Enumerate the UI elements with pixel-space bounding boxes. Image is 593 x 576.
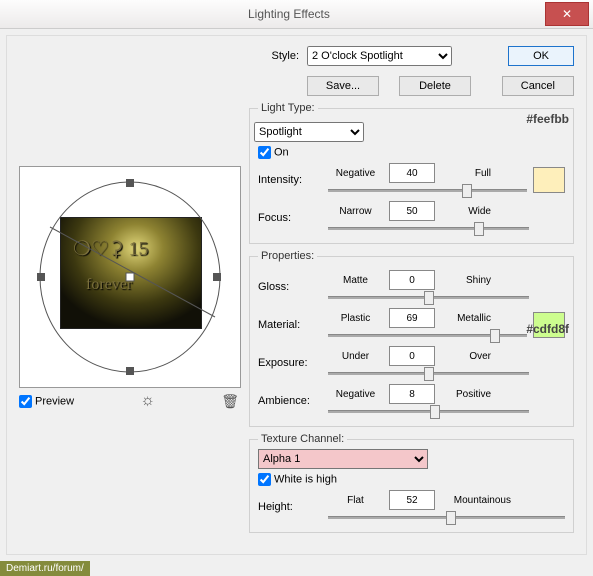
texture-legend: Texture Channel:: [258, 433, 347, 445]
light-swatch-annotation: #feefbb: [526, 112, 569, 126]
preview-checkbox[interactable]: Preview: [19, 395, 74, 408]
trash-icon[interactable]: 🗑: [221, 393, 239, 410]
on-label: On: [274, 146, 289, 158]
ambience-right: Positive: [441, 389, 491, 400]
ambience-value[interactable]: [389, 384, 435, 404]
material-slider[interactable]: [328, 328, 527, 342]
intensity-value[interactable]: [389, 163, 435, 183]
style-select[interactable]: 2 O'clock Spotlight: [307, 46, 452, 66]
focus-value[interactable]: [389, 201, 435, 221]
gloss-left: Matte: [328, 275, 383, 286]
focus-left: Narrow: [328, 206, 383, 217]
style-label: Style:: [249, 50, 299, 62]
focus-slider[interactable]: [328, 221, 529, 235]
texture-channel-select[interactable]: Alpha 1: [258, 449, 428, 469]
material-right: Metallic: [441, 313, 491, 324]
gloss-right: Shiny: [441, 275, 491, 286]
preview-label: Preview: [35, 395, 74, 407]
ambience-left: Negative: [328, 389, 383, 400]
properties-legend: Properties:: [258, 250, 317, 262]
light-type-legend: Light Type:: [258, 102, 318, 114]
watermark: Demiart.ru/forum/: [0, 561, 90, 576]
gloss-value[interactable]: [389, 270, 435, 290]
ambience-label: Ambience:: [258, 395, 322, 407]
white-high-label: White is high: [274, 473, 337, 485]
intensity-left: Negative: [328, 168, 383, 179]
delete-button[interactable]: Delete: [399, 76, 471, 96]
height-slider[interactable]: [328, 510, 565, 524]
exposure-right: Over: [441, 351, 491, 362]
light-type-select[interactable]: Spotlight: [254, 122, 364, 142]
ambience-slider[interactable]: [328, 404, 529, 418]
material-swatch-annotation: #cdfd8f: [526, 322, 569, 336]
lightbulb-icon[interactable]: ☼: [140, 392, 155, 410]
material-value[interactable]: [389, 308, 435, 328]
exposure-value[interactable]: [389, 346, 435, 366]
preview-canvas[interactable]: ❍♡⚳ 15 forever: [19, 166, 241, 388]
intensity-label: Intensity:: [258, 174, 322, 186]
intensity-right: Full: [441, 168, 491, 179]
exposure-label: Exposure:: [258, 357, 322, 369]
gloss-slider[interactable]: [328, 290, 529, 304]
light-color-swatch[interactable]: [533, 167, 565, 193]
material-left: Plastic: [328, 313, 383, 324]
focus-label: Focus:: [258, 212, 322, 224]
cancel-button[interactable]: Cancel: [502, 76, 574, 96]
save-button[interactable]: Save...: [307, 76, 379, 96]
window-title: Lighting Effects: [12, 7, 545, 21]
height-label: Height:: [258, 501, 322, 513]
close-button[interactable]: ✕: [545, 2, 589, 26]
exposure-left: Under: [328, 351, 383, 362]
close-icon: ✕: [562, 7, 572, 21]
height-left: Flat: [328, 495, 383, 506]
exposure-slider[interactable]: [328, 366, 529, 380]
height-value[interactable]: [389, 490, 435, 510]
gloss-label: Gloss:: [258, 281, 322, 293]
height-right: Mountainous: [441, 495, 511, 506]
ok-button[interactable]: OK: [508, 46, 574, 66]
intensity-slider[interactable]: [328, 183, 527, 197]
white-high-checkbox[interactable]: White is high: [258, 473, 337, 486]
material-label: Material:: [258, 319, 322, 331]
on-checkbox[interactable]: On: [258, 146, 289, 159]
focus-right: Wide: [441, 206, 491, 217]
